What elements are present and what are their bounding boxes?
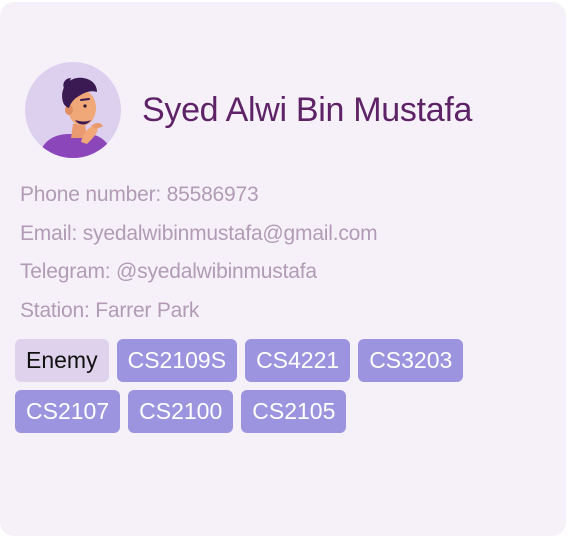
contact-card[interactable]: Syed Alwi Bin Mustafa Phone number: 8558… — [0, 2, 566, 536]
tag-module: CS3203 — [358, 339, 464, 382]
avatar — [25, 62, 121, 158]
tag-module: CS2105 — [241, 390, 347, 433]
email-address: Email: syedalwibinmustafa@gmail.com — [20, 221, 378, 245]
contact-details: Phone number: 85586973 Email: syedalwibi… — [20, 180, 560, 334]
contact-header: Syed Alwi Bin Mustafa — [25, 62, 472, 158]
tag-relation: Enemy — [15, 339, 109, 382]
person-thinking-avatar-icon — [39, 77, 113, 158]
tag-module: CS2109S — [116, 339, 238, 382]
tag-list: Enemy CS2109S CS4221 CS3203 CS2107 CS210… — [15, 339, 555, 433]
phone-number: Phone number: 85586973 — [20, 183, 259, 206]
tag-module: CS2100 — [128, 390, 234, 433]
contact-name: Syed Alwi Bin Mustafa — [142, 90, 473, 129]
tag-module: CS2107 — [15, 390, 121, 433]
tag-module: CS4221 — [245, 339, 351, 382]
telegram-handle: Telegram: @syedalwibinmustafa — [20, 260, 317, 283]
station: Station: Farrer Park — [20, 298, 200, 322]
